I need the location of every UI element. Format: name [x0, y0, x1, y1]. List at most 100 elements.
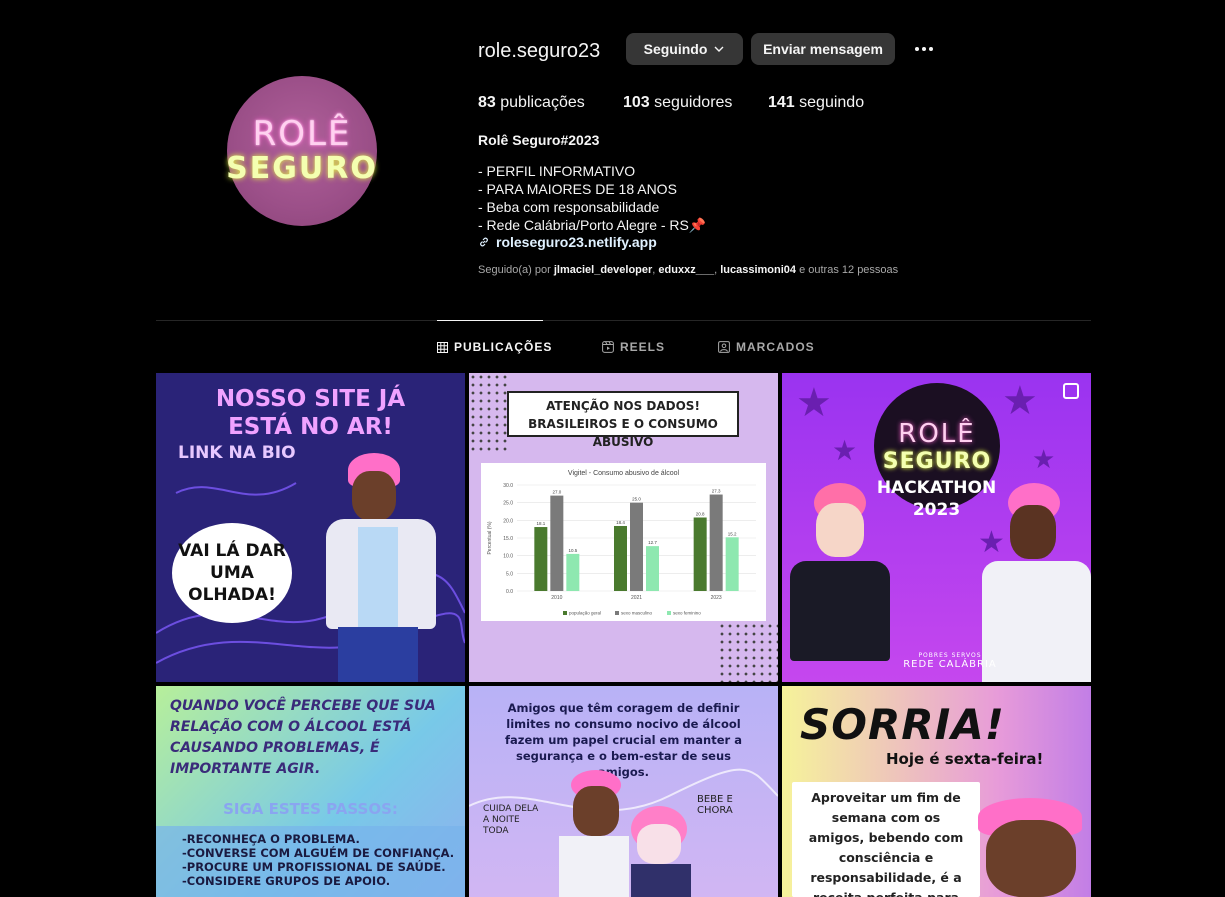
chart-card: Vigitel - Consumo abusivo de álcool 0.0 5.…: [481, 463, 766, 621]
chart-bar: [566, 553, 580, 591]
neon-logo-top: ROLÊ: [898, 418, 976, 449]
post-headline: NOSSO SITE JÁ ESTÁ NO AR!: [215, 386, 406, 440]
followers-stat[interactable]: 103 seguidores: [623, 94, 732, 112]
legend-label: sexo masculino: [621, 611, 653, 616]
bio-text: - PERFIL INFORMATIVO - PARA MAIORES DE 1…: [478, 162, 706, 234]
tabs-divider: [156, 320, 1091, 321]
dot-pattern: [718, 622, 778, 682]
legend-swatch: [667, 611, 671, 615]
bio-line: - PARA MAIORES DE 18 ANOS: [478, 181, 677, 197]
bio-line: - PERFIL INFORMATIVO: [478, 163, 636, 179]
organization-name: REDE CALÁBRIA: [903, 659, 997, 670]
post-tile[interactable]: ATENÇÃO NOS DADOS! BRASILEIROS E O CONSU…: [469, 373, 778, 682]
reels-icon: [602, 341, 614, 353]
bio-line: - Rede Calábria/Porto Alegre - RS📌: [478, 217, 707, 233]
tab-reels-label: REELS: [620, 340, 666, 354]
following-count: 141: [768, 94, 795, 111]
y-axis-label: Percentual (%): [487, 521, 493, 554]
tab-marcados[interactable]: MARCADOS: [718, 340, 815, 354]
active-tab-indicator: [437, 320, 543, 321]
following-stat[interactable]: 141 seguindo: [768, 94, 864, 112]
post-subtitle: LINK NA BIO: [178, 443, 296, 463]
multiple-images-icon: [1063, 383, 1079, 399]
followed-by-user[interactable]: lucassimoni04: [720, 264, 796, 276]
following-label: seguindo: [799, 94, 865, 111]
y-tick-label: 25.0: [503, 501, 513, 507]
banner-line: ATENÇÃO NOS DADOS!: [546, 399, 700, 413]
star-decoration: ★: [832, 435, 858, 466]
step-item: -PROCURE UM PROFISSIONAL DE SAÚDE.: [182, 860, 446, 874]
posts-count: 83: [478, 94, 496, 111]
profile-avatar[interactable]: ROLÊ SEGURO: [226, 76, 377, 226]
link-icon: [480, 237, 488, 247]
post-tile[interactable]: SORRIA! Hoje é sexta-feira! Aproveitar u…: [782, 686, 1091, 897]
post-tile[interactable]: QUANDO VOCÊ PERCEBE QUE SUA RELAÇÃO COM …: [156, 686, 465, 897]
chart-bar: [630, 502, 643, 591]
y-tick-label: 15.0: [503, 536, 513, 542]
star-decoration: ★: [1002, 379, 1038, 423]
x-tick-label: 2023: [711, 595, 722, 601]
chart-bar: [614, 525, 627, 591]
character-illustration: [978, 798, 1088, 897]
characters-illustration: [559, 766, 709, 897]
followed-by-suffix: e outras 12 pessoas: [799, 264, 899, 276]
y-tick-label: 0.0: [506, 589, 513, 595]
followed-by-user[interactable]: eduxxz___: [658, 264, 714, 276]
legend-swatch: [615, 611, 619, 615]
character-illustration: [306, 453, 456, 682]
y-tick-label: 5.0: [506, 571, 513, 577]
bar-value-label: 15.2: [728, 531, 737, 536]
tab-marcados-label: MARCADOS: [736, 340, 815, 354]
chart-bar: [709, 494, 723, 591]
bar-value-label: 25.0: [632, 497, 641, 502]
tab-publicacoes-label: PUBLICAÇÕES: [454, 340, 553, 354]
bar-chart: Vigitel - Consumo abusivo de álcool 0.0 5.…: [487, 470, 756, 616]
bar-value-label: 27.3: [712, 489, 721, 494]
bio-link[interactable]: roleseguro23.netlify.app: [478, 234, 657, 250]
step-item: -CONSIDERE GRUPOS DE APOIO.: [182, 874, 391, 888]
chart-bar: [646, 546, 659, 591]
followed-by[interactable]: Seguido(a) por jlmaciel_developer, eduxx…: [478, 264, 898, 276]
bar-value-label: 27.0: [552, 490, 561, 495]
chevron-down-icon: [714, 46, 724, 52]
bio-name: Rolê Seguro#2023: [478, 132, 600, 148]
post-tile[interactable]: ★ ★ ★ ★ ★ ROLÊ SEGURO HACKATHON 2023 POB…: [782, 373, 1091, 682]
y-tick-label: 30.0: [503, 483, 513, 489]
grid-icon: [437, 341, 448, 353]
bar-value-label: 20.8: [696, 512, 705, 517]
y-tick-label: 10.0: [503, 554, 513, 560]
tab-publicacoes[interactable]: PUBLICAÇÕES: [437, 340, 552, 354]
send-message-button[interactable]: Enviar mensagem: [751, 33, 895, 65]
followers-label: seguidores: [654, 94, 733, 111]
banner-line: BRASILEIROS E O CONSUMO ABUSIVO: [528, 417, 718, 449]
x-tick-label: 2021: [631, 595, 642, 601]
tagged-icon: [718, 341, 730, 353]
y-tick-label: 20.0: [503, 518, 513, 524]
avatar-text-top: ROLÊ: [252, 114, 352, 154]
star-decoration: ★: [796, 381, 832, 425]
steps-list: -RECONHEÇA O PROBLEMA. -CONVERSE COM ALG…: [156, 826, 465, 897]
post-headline: SORRIA!: [800, 700, 1005, 749]
steps-title: SIGA ESTES PASSOS:: [223, 800, 398, 818]
following-button[interactable]: Seguindo: [626, 33, 743, 65]
more-options-icon[interactable]: [910, 36, 938, 62]
post-tile[interactable]: NOSSO SITE JÁ ESTÁ NO AR! LINK NA BIO VA…: [156, 373, 465, 682]
legend-label: população geral: [569, 611, 601, 616]
posts-stat: 83 publicações: [478, 94, 585, 112]
followed-by-user[interactable]: jlmaciel_developer: [554, 264, 652, 276]
posts-label: publicações: [500, 94, 585, 111]
neon-logo-bottom: SEGURO: [882, 448, 992, 474]
followers-count: 103: [623, 94, 650, 111]
post-subtitle: Hoje é sexta-feira!: [886, 750, 1044, 768]
bio-link-text: roleseguro23.netlify.app: [496, 234, 657, 250]
bar-value-label: 18.1: [536, 521, 545, 526]
step-item: -CONVERSE COM ALGUÉM DE CONFIANÇA.: [182, 846, 455, 860]
note-left: CUIDA DELA A NOITE TODA: [483, 804, 539, 836]
chart-title: Vigitel - Consumo abusivo de álcool: [568, 470, 680, 477]
chart-bar: [725, 537, 739, 591]
legend-swatch: [563, 611, 567, 615]
tab-reels[interactable]: REELS: [602, 340, 665, 354]
post-tile[interactable]: Amigos que têm coragem de definir limite…: [469, 686, 778, 897]
speech-bubble: VAI LÁ DAR UMA OLHADA!: [172, 523, 292, 623]
dot-pattern: [469, 373, 509, 453]
